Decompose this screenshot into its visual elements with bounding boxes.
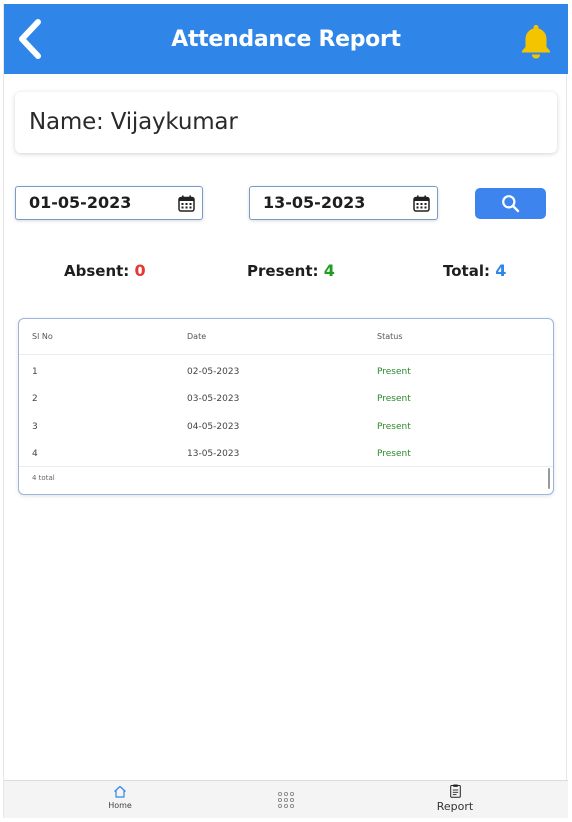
from-date-field[interactable]: 01-05-2023 xyxy=(15,186,203,220)
present-count: 4 xyxy=(323,261,335,280)
row-status: Present xyxy=(377,367,411,377)
notifications-button[interactable] xyxy=(518,22,554,60)
row-sl-no: 2 xyxy=(32,394,38,404)
employee-name-card: Name: Vijaykumar xyxy=(15,92,557,153)
row-date: 03-05-2023 xyxy=(187,394,240,404)
calendar-icon xyxy=(413,195,430,212)
absent-summary: Absent: 0 xyxy=(64,260,146,282)
to-date-value: 13-05-2023 xyxy=(263,193,366,212)
row-status: Present xyxy=(377,394,411,404)
footer-divider xyxy=(19,466,553,467)
present-summary: Present: 4 xyxy=(247,260,335,282)
table-row[interactable]: 1 02-05-2023 Present xyxy=(19,359,553,386)
nav-home[interactable]: Home xyxy=(100,781,140,819)
absent-count: 0 xyxy=(134,261,146,280)
total-summary: Total: 4 xyxy=(443,260,506,282)
from-date-value: 01-05-2023 xyxy=(29,193,132,212)
clipboard-icon xyxy=(449,784,461,798)
row-status: Present xyxy=(377,422,411,432)
column-header-sl-no[interactable]: Sl No xyxy=(32,332,53,341)
app-frame: Attendance Report Name: Vijaykumar 01-05… xyxy=(3,4,568,818)
page-title: Attendance Report xyxy=(171,27,401,52)
home-icon xyxy=(114,785,126,798)
row-date: 02-05-2023 xyxy=(187,367,240,377)
to-date-field[interactable]: 13-05-2023 xyxy=(249,186,438,220)
search-button[interactable] xyxy=(475,188,546,219)
row-sl-no: 4 xyxy=(32,449,38,459)
table-row[interactable]: 2 03-05-2023 Present xyxy=(19,386,553,413)
nav-menu[interactable] xyxy=(276,781,296,819)
row-date: 04-05-2023 xyxy=(187,422,240,432)
table-scrollbar[interactable] xyxy=(548,468,550,489)
absent-label: Absent: xyxy=(64,262,130,280)
column-header-status[interactable]: Status xyxy=(377,332,403,341)
bottom-navigation: Home Report xyxy=(4,780,568,818)
calendar-icon xyxy=(178,195,195,212)
column-header-date[interactable]: Date xyxy=(187,332,206,341)
total-label: Total: xyxy=(443,262,490,280)
total-count: 4 xyxy=(495,261,507,280)
row-status: Present xyxy=(377,449,411,459)
table-row[interactable]: 3 04-05-2023 Present xyxy=(19,414,553,441)
attendance-table: Sl No Date Status 1 02-05-2023 Present 2… xyxy=(18,318,554,495)
table-row[interactable]: 4 13-05-2023 Present xyxy=(19,441,553,468)
search-icon xyxy=(502,195,520,213)
app-header: Attendance Report xyxy=(4,4,568,74)
nav-home-label: Home xyxy=(108,801,132,810)
nav-report-label: Report xyxy=(436,800,474,813)
table-total-count: 4 total xyxy=(32,474,55,482)
row-date: 13-05-2023 xyxy=(187,449,240,459)
header-divider xyxy=(19,354,553,355)
grid-icon xyxy=(277,791,295,809)
bell-icon xyxy=(522,25,550,59)
row-sl-no: 1 xyxy=(32,367,38,377)
employee-name: Name: Vijaykumar xyxy=(29,109,238,135)
nav-report[interactable]: Report xyxy=(430,781,480,819)
present-label: Present: xyxy=(247,262,319,280)
row-sl-no: 3 xyxy=(32,422,38,432)
